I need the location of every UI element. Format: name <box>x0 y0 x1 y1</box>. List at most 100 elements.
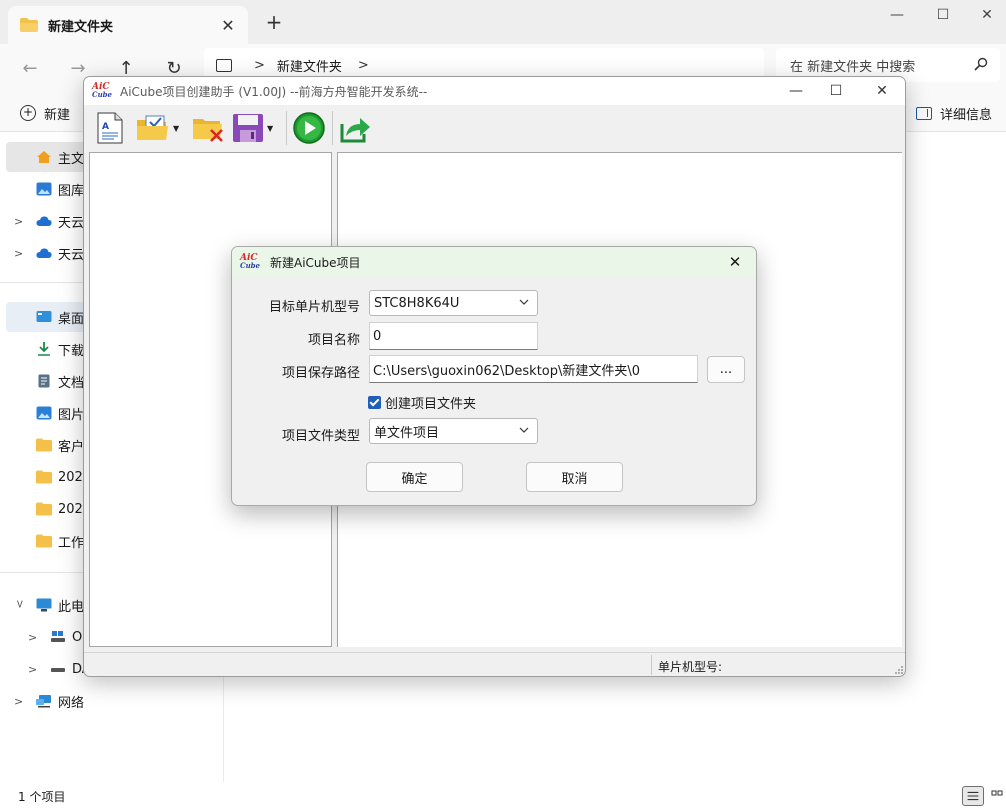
close-project-button[interactable] <box>192 111 224 145</box>
toolbar-separator <box>332 111 333 145</box>
explorer-tab[interactable]: 新建文件夹 ✕ <box>8 6 248 44</box>
breadcrumb-item[interactable]: 新建文件夹 <box>277 56 342 75</box>
resize-grip-icon[interactable] <box>894 665 904 675</box>
breadcrumb-separator: > <box>254 57 265 73</box>
drive-icon <box>51 631 65 642</box>
search-icon <box>974 57 988 71</box>
save-icon <box>233 114 263 142</box>
run-button[interactable] <box>292 111 326 145</box>
svg-text:A: A <box>102 122 109 132</box>
new-project-button[interactable]: A <box>96 111 124 145</box>
maximize-button[interactable]: ☐ <box>920 0 966 30</box>
breadcrumb-separator[interactable]: > <box>358 58 369 73</box>
aicube-status-bar: 单片机型号: <box>84 652 905 676</box>
chevron-right-icon[interactable]: > <box>28 631 40 644</box>
project-name-input[interactable]: 0 <box>369 322 538 350</box>
dialog-title-bar[interactable]: AiC Cube 新建AiCube项目 ✕ <box>232 247 756 277</box>
details-view-icon[interactable] <box>962 786 984 806</box>
folder-icon <box>20 18 38 32</box>
sidebar-item-label: 图库 <box>58 183 85 199</box>
chevron-right-icon[interactable]: > <box>14 695 26 708</box>
status-divider <box>651 655 652 675</box>
details-pane-icon <box>916 106 932 120</box>
minimize-button[interactable]: — <box>774 77 818 105</box>
document-icon <box>38 374 50 388</box>
back-arrow-icon[interactable]: ← <box>14 52 46 84</box>
chevron-right-icon[interactable]: > <box>14 247 26 260</box>
dropdown-arrow-icon[interactable]: ▼ <box>267 124 273 133</box>
folder-icon <box>36 438 52 452</box>
export-icon <box>340 118 370 143</box>
search-placeholder: 在 新建文件夹 中搜索 <box>790 59 916 75</box>
item-count: 1 个项目 <box>18 790 66 804</box>
sidebar-item-label: 主文 <box>58 151 85 167</box>
new-button-label: 新建 <box>44 107 71 123</box>
mcu-select-value: STC8H8K64U <box>374 295 460 311</box>
project-type-label: 项目文件类型 <box>281 429 360 444</box>
new-document-icon: A <box>97 112 123 144</box>
browse-button[interactable]: ... <box>707 356 745 383</box>
mcu-model-status: 单片机型号: <box>658 660 723 674</box>
project-type-select[interactable]: 单文件项目 <box>369 418 538 444</box>
save-path-value: C:\Users\guoxin062\Desktop\新建文件夹\0 <box>373 363 641 379</box>
plus-icon: + <box>20 105 36 121</box>
explorer-status-bar: 1 个项目 <box>0 782 1006 808</box>
sidebar-item-label: 文档 <box>58 375 85 391</box>
sidebar-item-label: 天云 <box>58 247 85 263</box>
mcu-select[interactable]: STC8H8K64U <box>369 290 538 316</box>
open-project-button[interactable]: ▼ <box>136 111 179 145</box>
ok-button[interactable]: 确定 <box>366 462 463 492</box>
explorer-tab-bar: 新建文件夹 ✕ + — ☐ ✕ <box>0 0 1006 44</box>
cloud-icon <box>36 248 52 258</box>
create-folder-checkbox[interactable]: 创建项目文件夹 <box>368 393 476 412</box>
save-project-button[interactable]: ▼ <box>232 111 273 145</box>
tab-title: 新建文件夹 <box>48 19 114 35</box>
tab-close-icon[interactable]: ✕ <box>216 13 240 37</box>
close-button[interactable]: ✕ <box>964 0 1006 30</box>
aicube-logo-icon: AiC Cube <box>240 253 261 270</box>
save-path-input[interactable]: C:\Users\guoxin062\Desktop\新建文件夹\0 <box>369 355 698 383</box>
maximize-button[interactable]: ☐ <box>814 77 858 105</box>
close-button[interactable]: ✕ <box>860 77 904 105</box>
chevron-right-icon[interactable]: > <box>14 215 26 228</box>
home-icon <box>37 151 51 163</box>
desktop-icon <box>36 311 52 322</box>
monitor-icon <box>216 58 232 72</box>
drive-icon <box>51 668 65 672</box>
export-button[interactable] <box>338 111 372 145</box>
tiles-view-icon[interactable] <box>990 786 1004 806</box>
sidebar-item-label: 图片 <box>58 407 85 423</box>
dropdown-arrow-icon[interactable]: ▼ <box>173 124 179 133</box>
sidebar-item-label: 网络 <box>58 695 85 711</box>
network-icon <box>36 695 51 708</box>
checkbox-checked-icon[interactable] <box>368 396 381 409</box>
aicube-toolbar: A ▼ ▼ <box>84 105 905 151</box>
mcu-label: 目标单片机型号 <box>268 300 360 315</box>
dialog-close-icon[interactable]: ✕ <box>722 249 748 275</box>
details-button[interactable]: 详细信息 <box>916 102 992 124</box>
details-button-label: 详细信息 <box>940 107 993 123</box>
sidebar-item-label: 客户 <box>58 439 85 455</box>
project-type-value: 单文件项目 <box>374 425 440 441</box>
sidebar-item-label: 此电 <box>58 599 85 615</box>
chevron-down-icon <box>519 299 529 305</box>
dialog-title: 新建AiCube项目 <box>270 255 361 270</box>
sidebar-item-label: 下载 <box>58 343 85 359</box>
create-folder-label: 创建项目文件夹 <box>385 397 477 412</box>
minimize-button[interactable]: — <box>874 0 920 30</box>
toolbar-separator <box>286 111 287 145</box>
close-project-icon <box>193 119 223 142</box>
open-folder-icon <box>137 115 168 140</box>
new-project-dialog: AiC Cube 新建AiCube项目 ✕ 目标单片机型号 STC8H8K64U … <box>231 246 757 506</box>
aicube-title-bar[interactable]: AiC Cube AiCube项目创建助手 (V1.00J) --前海方舟智能开发… <box>84 77 905 105</box>
project-name-label: 项目名称 <box>307 333 360 348</box>
new-button[interactable]: + 新建 <box>20 102 70 124</box>
sidebar-item-network[interactable]: > 网络 <box>6 686 216 716</box>
folder-icon <box>36 470 52 484</box>
folder-icon <box>36 502 52 516</box>
chevron-right-icon[interactable]: > <box>28 663 40 676</box>
cancel-button[interactable]: 取消 <box>526 462 623 492</box>
chevron-down-icon[interactable]: > <box>14 599 27 611</box>
new-tab-button[interactable]: + <box>262 10 286 34</box>
aicube-title: AiCube项目创建助手 (V1.00J) --前海方舟智能开发系统-- <box>120 84 428 99</box>
